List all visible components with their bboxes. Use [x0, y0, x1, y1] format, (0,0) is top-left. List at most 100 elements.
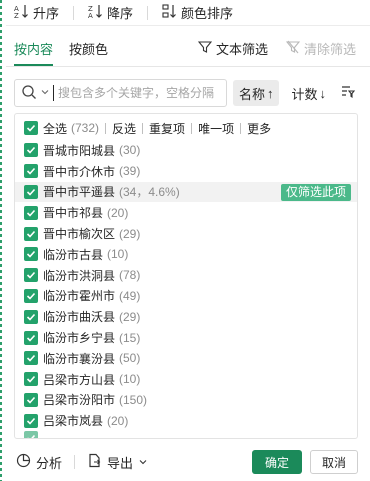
item-checkbox[interactable] [24, 226, 38, 241]
footer: 分析 导出 确定 取消 [6, 446, 370, 478]
item-checkbox[interactable] [24, 268, 38, 283]
list-item[interactable]: 吕梁市方山县 (10) [15, 369, 357, 390]
list-settings-button[interactable] [338, 83, 358, 103]
item-name: 晋城市阳城县 [43, 143, 116, 158]
divider [74, 455, 76, 469]
divider [73, 5, 75, 20]
sort-by-count-label: 计数 [291, 86, 318, 102]
item-checkbox[interactable] [24, 247, 38, 262]
item-name: 临汾市曲沃县 [43, 310, 116, 325]
clear-funnel-icon [285, 40, 301, 60]
clear-filter-button[interactable]: 清除筛选 [285, 40, 356, 60]
item-name: 临汾市襄汾县 [43, 351, 116, 366]
chevron-down-icon [138, 455, 148, 470]
sort-descending-button[interactable]: ZA 降序 [88, 3, 133, 22]
list-item[interactable]: 晋中市祁县 (20) [15, 202, 357, 223]
item-checkbox[interactable] [24, 351, 38, 366]
item-name: 临汾市乡宁县 [43, 331, 116, 346]
item-checkbox [24, 431, 38, 438]
tab-by-color[interactable]: 按颜色 [61, 40, 116, 66]
only-filter-this-button[interactable]: 仅筛选此项 [280, 183, 351, 201]
item-name: 吕梁市汾阳市 [43, 393, 116, 408]
cancel-button[interactable]: 取消 [310, 450, 358, 474]
select-all-label[interactable]: 全选 [43, 120, 67, 137]
text-filter-label: 文本筛选 [215, 42, 268, 57]
color-sort-button[interactable]: 颜色排序 [162, 3, 233, 22]
list-item[interactable]: 临汾市曲沃县 (29) [15, 306, 357, 327]
list-item[interactable]: 晋城市阳城县 (30) [15, 140, 357, 161]
divider [142, 122, 144, 134]
select-all-checkbox[interactable] [24, 121, 38, 135]
tabs-divider [6, 66, 370, 67]
analyze-label: 分析 [36, 455, 63, 471]
item-name: 吕梁市岚县 [43, 414, 104, 429]
item-checkbox[interactable] [24, 288, 38, 303]
item-count: (34，4.6%) [119, 185, 180, 200]
export-button[interactable]: 导出 [87, 453, 148, 472]
item-checkbox[interactable] [24, 330, 38, 345]
item-checkbox[interactable] [24, 309, 38, 324]
search-icon[interactable] [21, 84, 37, 103]
ok-button[interactable]: 确定 [252, 450, 302, 474]
list-item[interactable]: 晋中市榆次区 (29) [15, 223, 357, 244]
invert-selection-link[interactable]: 反选 [112, 120, 136, 137]
filter-tabs: 按内容 按颜色 文本筛选 清除筛选 [6, 40, 370, 66]
search-input[interactable] [53, 85, 222, 101]
svg-text:A: A [88, 12, 93, 19]
svg-text:Z: Z [14, 12, 19, 19]
item-count: (15) [119, 330, 141, 345]
search-row: 名称 ↑ 计数 ↓ [14, 79, 358, 107]
list-item[interactable]: 吕梁市汾阳市 (150) [15, 390, 357, 411]
dashed-border [0, 0, 2, 481]
color-sort-icon [162, 3, 178, 22]
list-item[interactable]: 晋中市介休市 (39) [15, 161, 357, 182]
funnel-icon [197, 40, 213, 60]
select-all-count: (732) [71, 121, 100, 135]
duplicates-link[interactable]: 重复项 [149, 120, 185, 137]
item-name: 晋中市榆次区 [43, 227, 116, 242]
divider [240, 122, 242, 134]
sort-by-count-button[interactable]: 计数 ↓ [285, 80, 332, 106]
item-checkbox[interactable] [24, 184, 38, 199]
item-count: (50) [119, 351, 141, 366]
item-count: (39) [119, 164, 141, 179]
search-options-chevron-icon[interactable] [39, 86, 51, 101]
sort-ascending-icon: AZ [14, 3, 30, 22]
item-checkbox[interactable] [24, 413, 38, 428]
sort-up-arrow-icon: ↑ [266, 85, 274, 101]
sort-toolbar: AZ 升序 ZA 降序 颜色排序 [6, 0, 370, 26]
divider [105, 122, 107, 134]
unique-link[interactable]: 唯一项 [198, 120, 234, 137]
analyze-button[interactable]: 分析 [16, 453, 62, 472]
item-checkbox[interactable] [24, 143, 38, 158]
list-item[interactable]: 临汾市古县 (10) [15, 244, 357, 265]
tab-by-content[interactable]: 按内容 [6, 40, 61, 66]
clear-filter-label: 清除筛选 [303, 42, 356, 57]
item-checkbox[interactable] [24, 164, 38, 179]
color-sort-label: 颜色排序 [181, 6, 234, 21]
more-link[interactable]: 更多 [247, 120, 271, 137]
item-checkbox[interactable] [24, 392, 38, 407]
sort-ascending-button[interactable]: AZ 升序 [14, 3, 59, 22]
list-item[interactable]: 临汾市洪洞县 (78) [15, 265, 357, 286]
value-list[interactable]: 全选 (732) 反选 重复项 唯一项 更多 晋城市阳城县 (30) 晋中市介休市(… [14, 113, 358, 439]
list-item[interactable]: 晋中市平遥县 (34，4.6%) 仅筛选此项 [15, 181, 357, 203]
list-item[interactable]: 临汾市乡宁县 (15) [15, 327, 357, 348]
export-label: 导出 [107, 455, 134, 471]
item-checkbox[interactable] [24, 205, 38, 220]
list-items: 晋城市阳城县 (30) 晋中市介休市 (39) 晋中市平遥县 (34，4.6%) 仅筛选此项… [15, 140, 357, 431]
filter-actions: 文本筛选 清除筛选 [197, 40, 370, 60]
item-count: (29) [119, 226, 141, 241]
item-name: 晋中市祁县 [43, 206, 104, 221]
item-checkbox[interactable] [24, 372, 38, 387]
item-name: 晋中市介休市 [43, 164, 116, 179]
item-count: (30) [119, 143, 141, 158]
sort-by-name-button[interactable]: 名称 ↑ [232, 80, 280, 106]
text-filter-button[interactable]: 文本筛选 [197, 40, 268, 60]
list-item[interactable]: 吕梁市岚县 (20) [15, 410, 357, 431]
sort-ascending-label: 升序 [33, 6, 60, 21]
list-item[interactable]: 临汾市霍州市 (49) [15, 286, 357, 307]
item-name: 吕梁市方山县 [43, 372, 116, 387]
list-item[interactable]: 临汾市襄汾县 (50) [15, 348, 357, 369]
item-name: 临汾市洪洞县 [43, 268, 116, 283]
